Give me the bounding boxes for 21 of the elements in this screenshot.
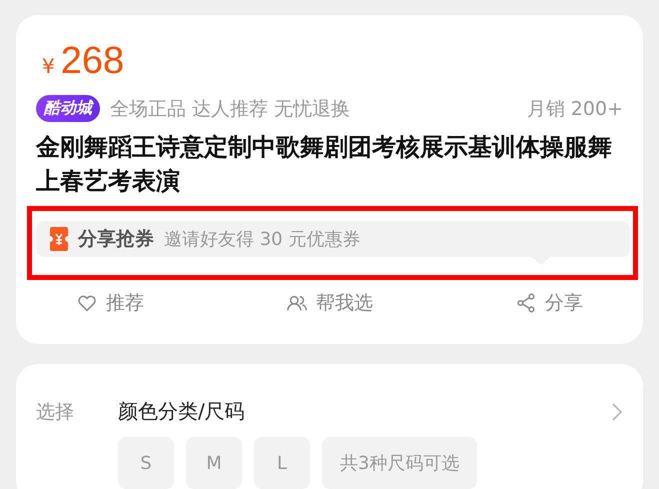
- coupon-label: 分享抢券: [78, 227, 154, 252]
- coupon-bar[interactable]: 分享抢券 邀请好友得 30 元优惠券: [36, 221, 630, 257]
- share-icon: [515, 292, 537, 314]
- action-button[interactable]: 分享: [515, 290, 583, 316]
- selection-value: 颜色分类/尺码: [118, 398, 245, 425]
- price: 268: [60, 39, 124, 84]
- monthly-sales: 月销 200+: [526, 96, 623, 122]
- store-badge: 酷动城: [36, 95, 100, 122]
- product-title: 金刚舞蹈王诗意定制中歌舞剧团考核展示基训体操服舞上春艺考表演: [36, 132, 613, 197]
- size-summary[interactable]: 共3种尺码可选: [322, 437, 478, 489]
- action-button[interactable]: 帮我选: [286, 290, 373, 316]
- chevron-icon[interactable]: [611, 402, 623, 422]
- selection-label: 选择: [36, 400, 75, 424]
- service-tags: 全场正品 达人推荐 无忧退换: [110, 96, 350, 122]
- currency-symbol: ¥: [42, 54, 55, 78]
- size-option[interactable]: M: [186, 437, 242, 489]
- coupon-text: 邀请好友得 30 元优惠券: [164, 228, 360, 251]
- size-option[interactable]: S: [118, 437, 174, 489]
- size-option[interactable]: L: [254, 437, 310, 489]
- action-button[interactable]: 推荐: [76, 290, 144, 316]
- coupon-icon: [50, 227, 68, 251]
